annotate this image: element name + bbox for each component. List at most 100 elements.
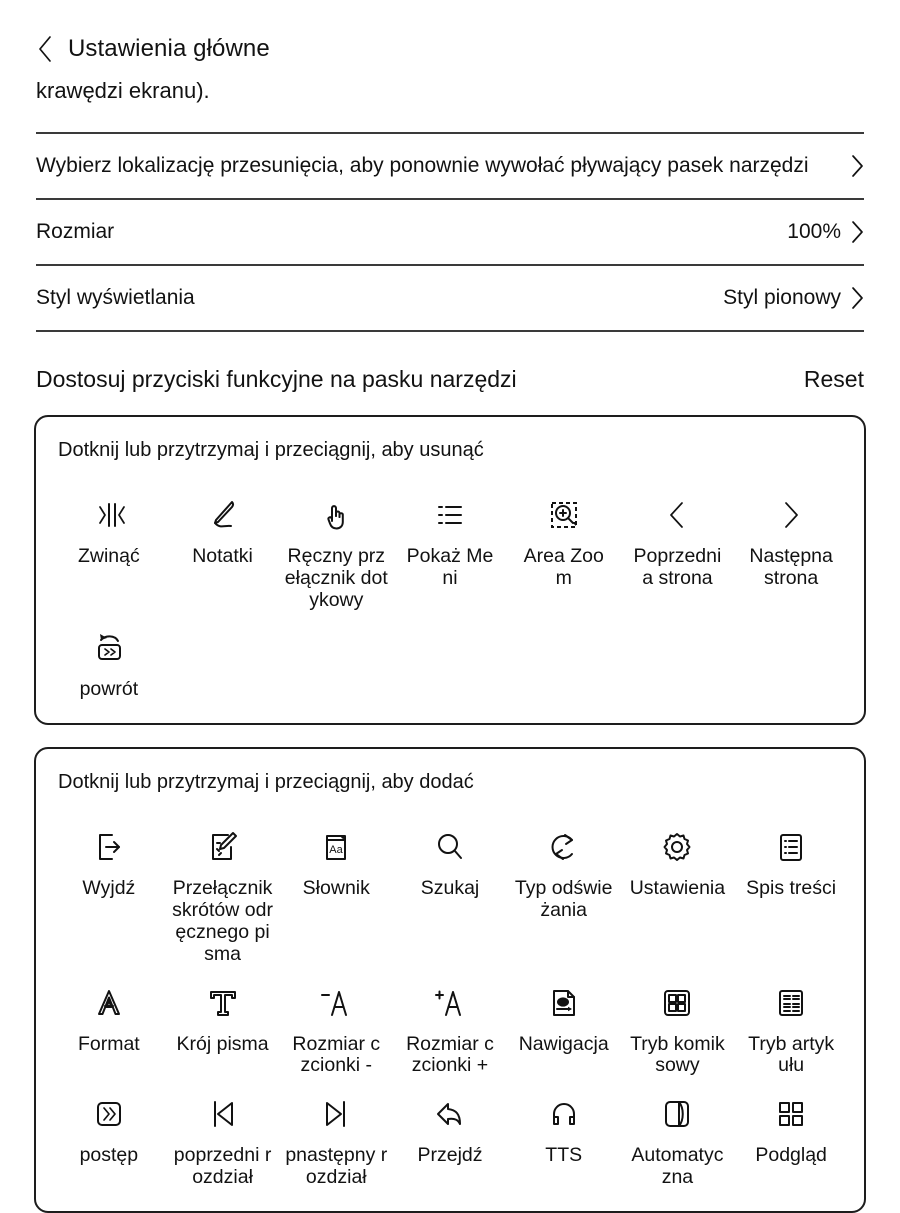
toolbar-item-reczny-przelacznik-dotykowy[interactable]: Ręczny przełącznik dotykowy: [279, 478, 393, 611]
settings-row-label: Rozmiar: [36, 220, 115, 243]
toolbar-item-kroj-pisma[interactable]: Krój pisma: [166, 966, 280, 1078]
auto-page-turn-icon: [654, 1091, 700, 1137]
exit-icon: [86, 824, 132, 870]
remove-panel: Dotknij lub przytrzymaj i przeciągnij, a…: [34, 415, 866, 726]
next-chapter-icon: [313, 1091, 359, 1137]
toolbar-item-label: Następna strona: [749, 545, 833, 589]
settings-row-swipe-location[interactable]: Wybierz lokalizację przesunięcia, aby po…: [36, 134, 864, 198]
toolbar-item-typ-odswiezania[interactable]: Typ odświeżania: [507, 810, 621, 965]
toolbar-item-wyjdz[interactable]: Wyjdź: [52, 810, 166, 965]
toolbar-item-label: TTS: [545, 1144, 583, 1167]
toolbar-item-automatyczna[interactable]: Automatyczna: [621, 1077, 735, 1189]
toolbar-item-ustawienia[interactable]: Ustawienia: [621, 810, 735, 965]
goto-arrow-icon: [427, 1091, 473, 1137]
toolbar-item-poprzednia-strona[interactable]: Poprzednia strona: [621, 478, 735, 611]
add-panel-grid: Wyjdź Przełącznik skrótów odręcznego pis…: [36, 810, 864, 1189]
toolbar-item-label: Format: [77, 1032, 140, 1055]
toolbar-item-label: postęp: [79, 1144, 139, 1167]
comic-mode-icon: [654, 980, 700, 1026]
settings-row-size[interactable]: Rozmiar 100%: [36, 200, 864, 264]
hand-touch-icon: [313, 492, 359, 538]
chevron-left-icon[interactable]: [36, 34, 54, 64]
typeface-t-icon: [200, 980, 246, 1026]
toolbar-item-przelacznik-skrotow-odrecznego-pisma[interactable]: Przełącznik skrótów odręcznego pisma: [166, 810, 280, 965]
svg-text:Aa: Aa: [330, 844, 344, 856]
toolbar-item-tryb-komiksowy[interactable]: Tryb komiksowy: [621, 966, 735, 1078]
toolbar-item-notatki[interactable]: Notatki: [166, 478, 280, 611]
toolbar-item-nawigacja[interactable]: Nawigacja: [507, 966, 621, 1078]
chevron-right-icon[interactable]: [851, 220, 864, 244]
chevron-right-icon[interactable]: [851, 286, 864, 310]
handwriting-shortcut-icon: [200, 824, 246, 870]
list-menu-icon: [427, 492, 473, 538]
toolbar-item-label: Poprzednia strona: [633, 545, 722, 589]
search-icon: [427, 824, 473, 870]
toolbar-item-label: Pokaż Meni: [406, 545, 494, 589]
toolbar-item-slownik[interactable]: Aa Słownik: [279, 810, 393, 965]
toolbar-item-nastepna-strona[interactable]: Następna strona: [734, 478, 848, 611]
toolbar-item-rozmiar-czcionki-minus[interactable]: Rozmiar czcionki -: [279, 966, 393, 1078]
toolbar-item-tryb-artykulu[interactable]: Tryb artykułu: [734, 966, 848, 1078]
toolbar-item-label: powrót: [79, 678, 139, 701]
toolbar-item-label: Tryb komiksowy: [630, 1032, 725, 1077]
toolbar-item-spis-tresci[interactable]: Spis treści: [734, 810, 848, 965]
toolbar-item-label: pnastępny rozdział: [285, 1144, 388, 1189]
settings-row-label: Wybierz lokalizację przesunięcia, aby po…: [36, 154, 809, 177]
toolbar-item-label: poprzedni rozdział: [173, 1144, 272, 1189]
chevron-right-icon[interactable]: [851, 154, 864, 178]
toolbar-item-podglad[interactable]: Podgląd: [734, 1077, 848, 1189]
toolbar-item-label: Rozmiar czcionki +: [406, 1032, 494, 1077]
toolbar-item-szukaj[interactable]: Szukaj: [393, 810, 507, 965]
font-size-increase-icon: [427, 980, 473, 1026]
page-title: Ustawienia główne: [68, 35, 270, 62]
settings-row-value-group: Styl pionowy: [723, 286, 864, 310]
gear-icon: [654, 824, 700, 870]
toolbar-item-label: Rozmiar czcionki -: [292, 1032, 381, 1077]
toolbar-item-zwinac[interactable]: Zwinąć: [52, 478, 166, 611]
customize-section-title: Dostosuj przyciski funkcyjne na pasku na…: [36, 366, 517, 392]
settings-row-display-style[interactable]: Styl wyświetlania Styl pionowy: [36, 266, 864, 330]
toolbar-item-label: Typ odświeżania: [514, 877, 613, 922]
article-mode-icon: [768, 980, 814, 1026]
toolbar-item-label: Krój pisma: [176, 1032, 269, 1055]
toolbar-item-postep[interactable]: postęp: [52, 1077, 166, 1189]
toolbar-item-rozmiar-czcionki-plus[interactable]: Rozmiar czcionki +: [393, 966, 507, 1078]
headphones-icon: [541, 1091, 587, 1137]
toolbar-item-label: Spis treści: [746, 877, 837, 900]
toolbar-item-format[interactable]: Format: [52, 966, 166, 1078]
toolbar-item-label: Zwinąć: [77, 545, 140, 567]
toolbar-item-label: Tryb artykułu: [748, 1032, 835, 1077]
toolbar-item-pokaz-meni[interactable]: Pokaż Meni: [393, 478, 507, 611]
toolbar-item-label: Przełącznik skrótów odręcznego pisma: [172, 877, 273, 965]
chevron-right-icon: [768, 492, 814, 538]
toolbar-item-label: Ręczny przełącznik dotykowy: [284, 545, 388, 611]
add-panel-hint: Dotknij lub przytrzymaj i przeciągnij, a…: [58, 771, 474, 794]
remove-panel-grid: Zwinąć Notatki Ręczny przełącznik dotyko…: [36, 478, 864, 701]
toolbar-item-area-zoom[interactable]: Area Zoom: [507, 478, 621, 611]
dictionary-icon: Aa: [313, 824, 359, 870]
toolbar-item-label: Wyjdź: [82, 877, 136, 900]
toolbar-item-nastepny-rozdzial[interactable]: pnastępny rozdział: [279, 1077, 393, 1189]
navigation-doc-icon: [541, 980, 587, 1026]
toolbar-item-label: Notatki: [192, 545, 253, 567]
toolbar-item-tts[interactable]: TTS: [507, 1077, 621, 1189]
font-size-decrease-icon: [313, 980, 359, 1026]
toolbar-item-label: Nawigacja: [518, 1032, 609, 1055]
reset-button[interactable]: Reset: [804, 366, 864, 393]
toolbar-item-powrot[interactable]: powrót: [52, 611, 166, 701]
collapse-icon: [86, 492, 132, 538]
settings-row-value: 100%: [787, 220, 841, 243]
settings-row-value-group: [841, 154, 864, 178]
preview-grid-icon: [768, 1091, 814, 1137]
previous-chapter-icon: [200, 1091, 246, 1137]
settings-rows: Wybierz lokalizację przesunięcia, aby po…: [0, 132, 900, 332]
area-zoom-icon: [541, 492, 587, 538]
toolbar-item-przejdz[interactable]: Przejdź: [393, 1077, 507, 1189]
customize-section-header: Dostosuj przyciski funkcyjne na pasku na…: [36, 366, 864, 393]
toolbar-item-label: Słownik: [302, 877, 370, 900]
toolbar-item-label: Podgląd: [755, 1144, 827, 1167]
toolbar-item-label: Szukaj: [420, 877, 480, 900]
settings-row-value: Styl pionowy: [723, 286, 841, 309]
toolbar-item-poprzedni-rozdzial[interactable]: poprzedni rozdział: [166, 1077, 280, 1189]
settings-row-label: Styl wyświetlania: [36, 286, 195, 309]
